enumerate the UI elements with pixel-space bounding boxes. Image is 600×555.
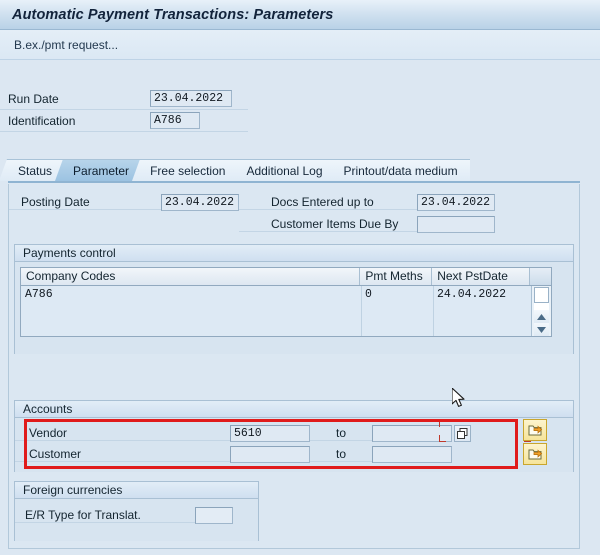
identification-row: Identification A786 [0,110,248,132]
run-date-row: Run Date 23.04.2022 [0,88,248,110]
vendor-row: Vendor 5610 to [15,423,573,444]
payments-control-title: Payments control [15,245,573,262]
vendor-multiple-selection-icon[interactable] [454,425,471,442]
bill-of-exchange-payment-request-label: B.ex./pmt request... [14,37,119,52]
foreign-currencies-body: E/R Type for Translat. [15,499,258,541]
payments-control-group: Payments control Company Codes Pmt Meths… [14,244,574,354]
foreign-currencies-title: Foreign currencies [15,482,258,499]
customer-dynamic-selection-button[interactable] [523,443,547,465]
posting-date-row: Posting Date 23.04.2022 Docs Entered up … [9,191,579,213]
column-header-select-all[interactable] [530,268,551,285]
tab-additional-log-label: Additional Log [246,164,323,178]
tab-list: Status Parameter Free selection Addition… [8,158,580,181]
docs-entered-up-to-label: Docs Entered up to [239,195,417,210]
run-date-label: Run Date [8,91,59,106]
tab-printout-data-medium[interactable]: Printout/data medium [333,159,470,181]
table-body: A786 0 24.04.2022 [21,286,551,336]
er-type-for-translation-label: E/R Type for Translat. [15,508,195,523]
scroll-up-arrow-icon[interactable] [534,310,549,323]
column-header-pmt-meths[interactable]: Pmt Meths [360,268,433,285]
window-title-bar: Automatic Payment Transactions: Paramete… [0,0,600,30]
table-rows-area: A786 0 24.04.2022 [21,286,531,336]
cell-company-code[interactable]: A786 [21,288,361,301]
table-row[interactable]: A786 0 24.04.2022 [21,286,531,303]
identification-label: Identification [8,113,76,128]
er-type-row: E/R Type for Translat. [15,504,258,526]
tab-parameter-label: Parameter [73,164,130,178]
tab-printout-data-medium-label: Printout/data medium [343,164,458,178]
vendor-from-input[interactable]: 5610 [230,425,310,442]
table-header-row: Company Codes Pmt Meths Next PstDate [21,268,551,286]
identification-input[interactable]: A786 [150,112,200,129]
vendor-to-input[interactable] [372,425,452,442]
folder-arrow-icon [528,449,542,460]
vendor-dynamic-selection-button[interactable] [523,419,547,441]
posting-date-label: Posting Date [9,195,161,210]
customer-row: Customer to [15,444,573,465]
tab-status-label: Status [18,164,53,178]
customer-label: Customer [15,447,230,462]
payments-control-table[interactable]: Company Codes Pmt Meths Next PstDate A78… [20,267,552,337]
vendor-to-label: to [310,426,372,441]
tab-free-selection-label: Free selection [150,164,226,178]
accounts-group: Accounts Vendor 5610 to Customer to [14,400,574,472]
accounts-body: Vendor 5610 to Customer to [15,418,573,472]
payments-control-body: Company Codes Pmt Meths Next PstDate A78… [15,262,573,354]
window-title: Automatic Payment Transactions: Paramete… [12,6,334,23]
tab-additional-log[interactable]: Additional Log [236,159,335,181]
customer-from-input[interactable] [230,446,310,463]
date-fields-block: Posting Date 23.04.2022 Docs Entered up … [9,184,579,235]
customer-items-due-row: Customer Items Due By [9,213,579,235]
er-type-for-translation-input[interactable] [195,506,233,524]
customer-to-input[interactable] [372,446,452,463]
column-header-company-codes[interactable]: Company Codes [21,268,361,285]
tab-strip: Status Parameter Free selection Addition… [8,158,580,183]
column-header-next-pst-date[interactable]: Next PstDate [432,268,531,285]
scrollbar-thumb[interactable] [534,287,549,303]
customer-items-due-by-input[interactable] [417,215,495,233]
secondary-toolbar: B.ex./pmt request... [0,30,600,60]
vendor-label: Vendor [15,426,230,441]
cell-pmt-meths[interactable]: 0 [361,288,433,301]
posting-date-input[interactable]: 23.04.2022 [161,193,239,211]
run-date-input[interactable]: 23.04.2022 [150,90,232,107]
tab-free-selection[interactable]: Free selection [140,159,238,181]
scroll-down-arrow-icon[interactable] [534,323,549,336]
scrollbar-track[interactable] [534,303,549,310]
cell-next-pst-date[interactable]: 24.04.2022 [433,288,531,301]
customer-items-due-by-label: Customer Items Due By [239,217,417,232]
run-header-form: Run Date 23.04.2022 Identification A786 [0,88,248,132]
docs-entered-up-to-input[interactable]: 23.04.2022 [417,193,495,211]
tab-parameter[interactable]: Parameter [63,159,142,181]
foreign-currencies-group: Foreign currencies E/R Type for Translat… [14,481,259,541]
table-vertical-scrollbar[interactable] [531,286,551,336]
parameter-tab-panel: Posting Date 23.04.2022 Docs Entered up … [8,184,580,549]
accounts-title: Accounts [15,401,573,418]
customer-to-label: to [310,447,372,462]
folder-arrow-icon [528,425,542,436]
